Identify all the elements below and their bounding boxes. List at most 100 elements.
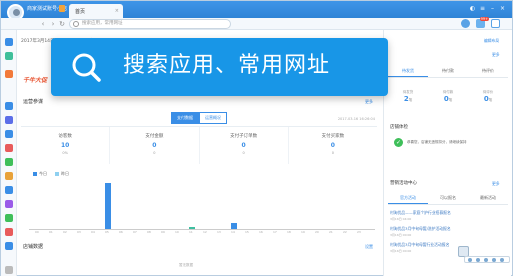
store-check-title: 店铺体检 — [390, 125, 408, 130]
x-tick-label: 11 — [189, 230, 193, 234]
message-icon[interactable] — [461, 19, 470, 28]
x-tick-label: 02 — [63, 230, 67, 234]
metric-payment[interactable]: 支付金额 0 0 — [110, 127, 200, 164]
store-data-empty: 暂无数据 — [179, 263, 193, 267]
tab-latest[interactable]: 最新活动 — [468, 193, 508, 204]
rp-more-link[interactable]: 更多 — [492, 52, 500, 58]
app-icon-4[interactable] — [5, 144, 13, 152]
tab-official[interactable]: 官方活动 — [388, 193, 428, 204]
shop-icon[interactable] — [5, 70, 13, 78]
x-tick-label: 14 — [231, 230, 235, 234]
app-icon-6[interactable] — [5, 172, 13, 180]
traffic-chart: 今日 昨日 00 01 02 03 04 05 06 07 08 09 10 11 12 13 14 15 16… — [21, 166, 377, 236]
stat-unit: 笔 — [408, 98, 413, 102]
metric-orders[interactable]: 支付子订单数 0 0 — [200, 127, 289, 164]
x-tick-label: 13 — [217, 230, 221, 234]
app-icon-9[interactable] — [5, 214, 13, 222]
promo-banner[interactable]: 千牛大促 — [23, 75, 47, 84]
app-icon-10[interactable] — [5, 228, 13, 236]
skin-icon[interactable]: ◐ — [469, 5, 476, 12]
search-input[interactable]: 搜索应用，常用网址 — [69, 19, 231, 29]
chart-legend: 今日 昨日 — [33, 171, 69, 177]
app-icon-3[interactable] — [5, 130, 13, 138]
tab-pending-pay[interactable]: 待付款 — [428, 66, 468, 77]
shop-level-badge — [59, 5, 65, 12]
metrics-row: 访客数 10 0% 支付金额 0 0 支付子订单数 0 0 支付买家数 0 0 — [21, 126, 377, 164]
x-tick-label: 04 — [91, 230, 95, 234]
chart-bar[interactable] — [105, 182, 111, 229]
app-icon-5[interactable] — [5, 158, 13, 166]
metric-visitors[interactable]: 访客数 10 0% — [21, 127, 111, 164]
cloud-icon[interactable] — [5, 52, 13, 60]
metric-sub: 0 — [242, 151, 245, 155]
left-sidebar — [1, 30, 17, 276]
marketing-tabs: 官方活动 可以报名 最新活动 — [388, 193, 508, 205]
toggle-history[interactable]: 运营概况 — [199, 112, 227, 124]
minimize-icon[interactable]: – — [489, 5, 496, 12]
app-icon-8[interactable] — [5, 200, 13, 208]
store-check-text: 恭喜您，店铺无违规扣分，请继续保持 — [407, 140, 467, 144]
refresh-button[interactable]: ↻ — [58, 20, 66, 28]
news-item[interactable]: 村淘优品3月中旬母婴/洗护活动报名 3月16日 00:00 — [390, 226, 508, 237]
window-controls: ◐ ≡ – × — [469, 5, 506, 12]
store-data-setting[interactable]: 设置 — [365, 244, 373, 250]
metric-sub: 0 — [331, 151, 334, 155]
forward-button[interactable]: › — [49, 20, 57, 28]
news-date: 3月16日 00:00 — [390, 233, 412, 237]
calendar-icon[interactable]: 99+ — [476, 17, 489, 28]
app-window: 商家测试账号小店 首页 × ◐ ≡ – × ‹ › ↻ 搜索应用，常用网址 99… — [0, 0, 513, 276]
float-tool-icon[interactable] — [484, 257, 488, 262]
tab-close-icon[interactable]: × — [115, 8, 119, 14]
metric-label: 支付买家数 — [321, 134, 345, 139]
news-title: 村淘优品——家庭个护行业招募报名 — [390, 210, 451, 215]
toggle-realtime[interactable]: 支付数据 — [171, 112, 199, 124]
tab-signup[interactable]: 可以报名 — [428, 193, 468, 204]
overview-more-link[interactable]: 更多 — [365, 99, 373, 105]
search-overlay[interactable]: 搜索应用、常用网址 — [51, 38, 388, 96]
check-icon: ✓ — [394, 138, 403, 147]
tab-pending-review[interactable]: 待评价 — [468, 66, 508, 77]
x-tick-label: 20 — [315, 230, 319, 234]
stat-pending-pay[interactable]: 待付款 0笔 — [428, 90, 468, 103]
metric-sub: 0 — [153, 151, 156, 155]
app-icon-1[interactable] — [5, 102, 13, 110]
news-date: 3月16日 00:00 — [390, 249, 412, 253]
back-button[interactable]: ‹ — [39, 20, 47, 28]
float-tool-icon[interactable] — [476, 257, 480, 262]
metric-label: 支付子订单数 — [230, 134, 258, 139]
close-window-icon[interactable]: × — [499, 5, 506, 12]
edit-layout-link[interactable]: 编辑布局 — [484, 38, 499, 44]
right-tools: 99+ — [461, 17, 500, 28]
news-title: 村淘优品3月中旬母婴行业活动报名 — [390, 242, 450, 247]
app-icon-2[interactable] — [5, 116, 13, 124]
x-tick-label: 09 — [161, 230, 165, 234]
tab-home[interactable]: 首页 × — [69, 4, 123, 18]
menu-icon[interactable]: ≡ — [479, 5, 486, 12]
grid-icon[interactable] — [5, 38, 13, 46]
app-icon-11[interactable] — [5, 242, 13, 250]
news-item[interactable]: 村淘优品3月中旬母婴行业活动报名 3月16日 00:00 — [390, 242, 508, 253]
update-timestamp: 2017-03-16 16:26:04 — [337, 117, 375, 121]
legend-today: 今日 — [33, 171, 47, 177]
x-tick-label: 10 — [175, 230, 179, 234]
app-icon-7[interactable] — [5, 186, 13, 194]
add-app-icon[interactable] — [5, 266, 13, 274]
overview-title: 运营参谋 — [23, 99, 44, 105]
float-tool-icon[interactable] — [492, 257, 496, 262]
tab-home-label: 首页 — [75, 9, 86, 15]
stat-pending-review[interactable]: 待评价 0笔 — [468, 90, 508, 103]
metric-buyers[interactable]: 支付买家数 0 0 — [289, 127, 377, 164]
store-check-row: ✓ 恭喜您，店铺无违规扣分，请继续保持 — [394, 138, 467, 147]
float-tool-icon[interactable] — [468, 257, 472, 262]
store-data-title: 店铺数据 — [23, 244, 44, 250]
float-tool-icon[interactable] — [500, 257, 504, 262]
search-icon — [72, 53, 101, 82]
workbench-icon[interactable] — [491, 19, 500, 28]
news-item[interactable]: 村淘优品——家庭个护行业招募报名 3月16日 04:00 — [390, 210, 508, 221]
stat-pending-ship[interactable]: 待发货 2笔 — [388, 90, 428, 103]
marketing-more-link[interactable]: 更多 — [492, 181, 500, 187]
x-tick-label: 18 — [287, 230, 291, 234]
x-tick-label: 05 — [105, 230, 109, 234]
metric-value: 0 — [241, 142, 246, 149]
tab-pending-ship[interactable]: 待发货 — [388, 66, 428, 77]
